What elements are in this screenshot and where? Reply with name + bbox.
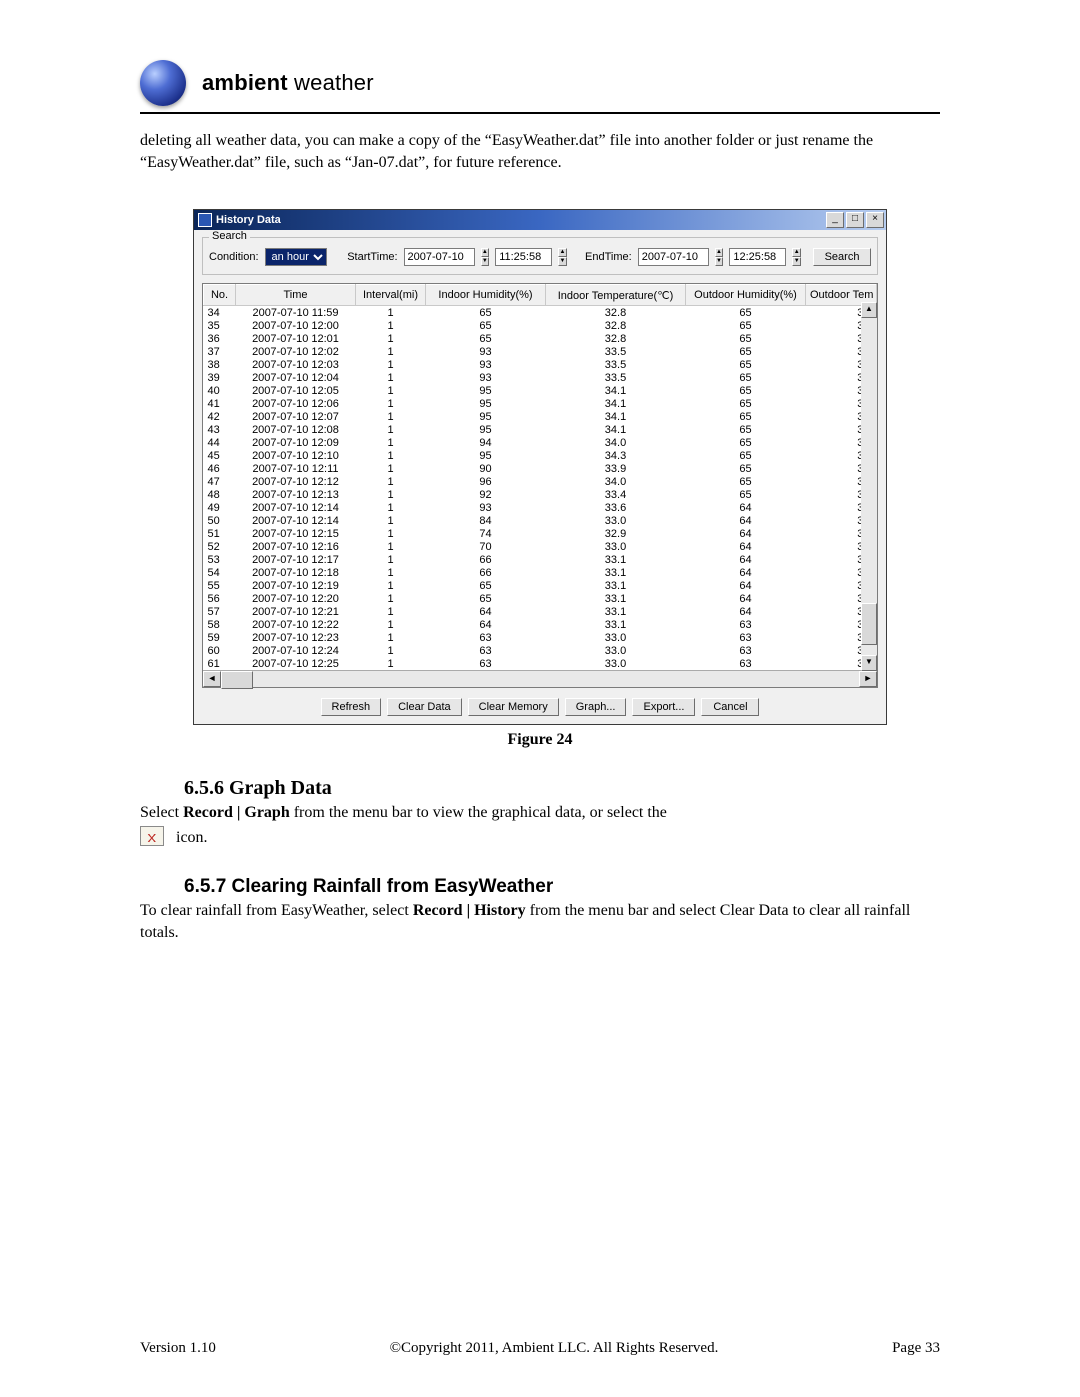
cancel-button[interactable]: Cancel (701, 698, 759, 716)
refresh-button[interactable]: Refresh (321, 698, 382, 716)
brand-rest: weather (288, 70, 374, 95)
table-row[interactable]: 482007-07-10 12:1319233.46532. (204, 488, 877, 501)
table-row[interactable]: 502007-07-10 12:1418433.06432. (204, 514, 877, 527)
table-row[interactable]: 462007-07-10 12:1119033.96532. (204, 462, 877, 475)
table-row[interactable]: 562007-07-10 12:2016533.16432. (204, 592, 877, 605)
intro-paragraph: deleting all weather data, you can make … (140, 130, 940, 173)
section-656-icon-line: icon. (140, 826, 940, 849)
table-row[interactable]: 412007-07-10 12:0619534.16532. (204, 397, 877, 410)
brand-text: ambient weather (202, 70, 374, 96)
table-row[interactable]: 612007-07-10 12:2516333.06332. (204, 657, 877, 670)
condition-label: Condition: (209, 251, 259, 263)
table-row[interactable]: 382007-07-10 12:0319333.56532. (204, 358, 877, 371)
table-row[interactable]: 442007-07-10 12:0919434.06532. (204, 436, 877, 449)
grid-vertical-scrollbar[interactable]: ▲ ▼ (861, 302, 877, 671)
graph-toolbar-icon (140, 826, 164, 846)
section-657-paragraph: To clear rainfall from EasyWeather, sele… (140, 900, 940, 943)
page-header: ambient weather (140, 60, 940, 114)
search-button[interactable]: Search (813, 248, 871, 266)
scroll-left-icon[interactable]: ◄ (203, 671, 221, 687)
end-time-spinner[interactable]: ▲▼ (792, 248, 801, 266)
section-656-paragraph: Select Record | Graph from the menu bar … (140, 802, 940, 824)
page-footer: Version 1.10 ©Copyright 2011, Ambient LL… (140, 1340, 940, 1357)
grid-horizontal-scrollbar[interactable]: ◄ ► (203, 670, 877, 687)
window-minimize-button[interactable]: _ (826, 212, 844, 228)
col-interval[interactable]: Interval(mi) (356, 285, 426, 306)
col-indoor-temperature[interactable]: Indoor Temperature(℃) (546, 285, 686, 306)
col-indoor-humidity[interactable]: Indoor Humidity(%) (426, 285, 546, 306)
grid-header-row: No. Time Interval(mi) Indoor Humidity(%)… (204, 285, 877, 306)
window-close-button[interactable]: × (866, 212, 884, 228)
scroll-down-icon[interactable]: ▼ (861, 655, 877, 671)
start-time-spinner[interactable]: ▲▼ (558, 248, 567, 266)
endtime-label: EndTime: (585, 251, 632, 263)
clear-memory-button[interactable]: Clear Memory (468, 698, 559, 716)
window-titlebar[interactable]: History Data _ □ × (194, 210, 886, 230)
start-time-input[interactable] (495, 248, 552, 266)
table-row[interactable]: 592007-07-10 12:2316333.06332. (204, 631, 877, 644)
table-row[interactable]: 472007-07-10 12:1219634.06532. (204, 475, 877, 488)
footer-page: Page 33 (892, 1340, 940, 1357)
table-row[interactable]: 392007-07-10 12:0419333.56532. (204, 371, 877, 384)
col-no[interactable]: No. (204, 285, 236, 306)
table-row[interactable]: 452007-07-10 12:1019534.36532. (204, 449, 877, 462)
section-656-heading: 6.5.6 Graph Data (184, 777, 940, 800)
footer-copyright: ©Copyright 2011, Ambient LLC. All Rights… (390, 1340, 719, 1357)
condition-select[interactable]: an hour (265, 248, 327, 266)
section-657-heading: 6.5.7 Clearing Rainfall from EasyWeather (184, 876, 940, 898)
end-time-input[interactable] (729, 248, 786, 266)
search-legend: Search (209, 230, 250, 242)
table-row[interactable]: 352007-07-10 12:0016532.86532. (204, 319, 877, 332)
history-data-window: History Data _ □ × Search Condition: an … (193, 209, 887, 725)
table-row[interactable]: 512007-07-10 12:1517432.96432. (204, 527, 877, 540)
section-656-p1-post: from the menu bar to view the graphical … (290, 804, 667, 821)
table-row[interactable]: 402007-07-10 12:0519534.16532. (204, 384, 877, 397)
table-row[interactable]: 582007-07-10 12:2216433.16332. (204, 618, 877, 631)
col-outdoor-humidity[interactable]: Outdoor Humidity(%) (686, 285, 806, 306)
window-title: History Data (216, 214, 824, 226)
window-button-row: Refresh Clear Data Clear Memory Graph...… (202, 698, 878, 716)
section-656-icon-text: icon. (172, 829, 208, 846)
table-row[interactable]: 552007-07-10 12:1916533.16432. (204, 579, 877, 592)
vscroll-thumb[interactable] (861, 603, 877, 645)
table-row[interactable]: 372007-07-10 12:0219333.56532. (204, 345, 877, 358)
search-fieldset: Search Condition: an hour StartTime: ▲▼ … (202, 237, 878, 275)
col-time[interactable]: Time (236, 285, 356, 306)
table-row[interactable]: 532007-07-10 12:1716633.16432. (204, 553, 877, 566)
logo-icon (140, 60, 186, 106)
table-row[interactable]: 342007-07-10 11:5916532.86532. (204, 306, 877, 320)
window-body: Search Condition: an hour StartTime: ▲▼ … (194, 230, 886, 724)
brand-bold: ambient (202, 70, 288, 95)
end-date-input[interactable] (638, 248, 709, 266)
window-app-icon (198, 213, 212, 227)
history-grid: No. Time Interval(mi) Indoor Humidity(%)… (202, 283, 878, 688)
scroll-up-icon[interactable]: ▲ (861, 302, 877, 318)
export-button[interactable]: Export... (632, 698, 695, 716)
footer-version: Version 1.10 (140, 1340, 216, 1357)
table-row[interactable]: 572007-07-10 12:2116433.16432. (204, 605, 877, 618)
table-row[interactable]: 492007-07-10 12:1419333.66432. (204, 501, 877, 514)
table-row[interactable]: 432007-07-10 12:0819534.16532. (204, 423, 877, 436)
start-date-input[interactable] (404, 248, 475, 266)
table-row[interactable]: 542007-07-10 12:1816633.16432. (204, 566, 877, 579)
table-row[interactable]: 602007-07-10 12:2416333.06332. (204, 644, 877, 657)
section-656-p1-pre: Select (140, 804, 183, 821)
starttime-label: StartTime: (347, 251, 397, 263)
section-657-p-pre: To clear rainfall from EasyWeather, sele… (140, 902, 413, 919)
end-date-spinner[interactable]: ▲▼ (715, 248, 724, 266)
section-657-p-bold: Record | History (413, 902, 526, 919)
figure-caption: Figure 24 (140, 731, 940, 749)
graph-button[interactable]: Graph... (565, 698, 627, 716)
scroll-right-icon[interactable]: ► (859, 671, 877, 687)
clear-data-button[interactable]: Clear Data (387, 698, 462, 716)
table-row[interactable]: 422007-07-10 12:0719534.16532. (204, 410, 877, 423)
start-date-spinner[interactable]: ▲▼ (481, 248, 490, 266)
window-maximize-button[interactable]: □ (846, 212, 864, 228)
section-656-p1-bold: Record | Graph (183, 804, 290, 821)
table-row[interactable]: 362007-07-10 12:0116532.86532. (204, 332, 877, 345)
hscroll-thumb[interactable] (221, 671, 253, 689)
table-row[interactable]: 522007-07-10 12:1617033.06432. (204, 540, 877, 553)
